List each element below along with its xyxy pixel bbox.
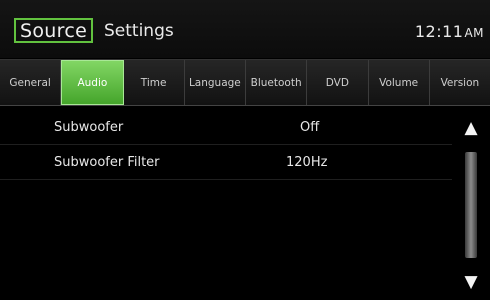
tab-time[interactable]: Time <box>123 60 185 105</box>
header-bar: Source Settings 12:11AM <box>0 0 490 58</box>
source-button[interactable]: Source <box>14 18 94 43</box>
up-arrow-icon: ▲ <box>464 118 478 138</box>
clock-ampm: AM <box>464 26 484 40</box>
tab-general[interactable]: General <box>0 60 62 105</box>
scroll-down-button[interactable]: ▼ <box>452 268 490 296</box>
settings-screen: Source Settings 12:11AM General Audio Ti… <box>0 0 490 300</box>
tab-bluetooth[interactable]: Bluetooth <box>246 60 308 105</box>
settings-tabs: General Audio Time Language Bluetooth DV… <box>0 59 490 106</box>
scrollbar: ▲ ▼ <box>452 110 490 300</box>
page-title: Settings <box>104 21 174 41</box>
down-arrow-icon: ▼ <box>464 272 478 292</box>
tab-language[interactable]: Language <box>184 60 246 105</box>
settings-list: Subwoofer Off Subwoofer Filter 120Hz <box>0 110 452 300</box>
clock-time: 12:11 <box>414 22 464 41</box>
tab-dvd[interactable]: DVD <box>307 60 369 105</box>
clock: 12:11AM <box>415 22 484 41</box>
scroll-thumb[interactable] <box>465 152 477 258</box>
setting-row-subwoofer-filter[interactable]: Subwoofer Filter 120Hz <box>0 145 452 180</box>
scroll-up-button[interactable]: ▲ <box>452 114 490 142</box>
tab-version[interactable]: Version <box>429 60 490 105</box>
setting-label: Subwoofer <box>54 119 124 135</box>
setting-value: 120Hz <box>286 154 328 170</box>
tab-volume[interactable]: Volume <box>368 60 430 105</box>
setting-row-subwoofer[interactable]: Subwoofer Off <box>0 110 452 145</box>
tab-audio[interactable]: Audio <box>61 60 124 105</box>
setting-value: Off <box>300 119 320 135</box>
setting-label: Subwoofer Filter <box>54 154 160 170</box>
